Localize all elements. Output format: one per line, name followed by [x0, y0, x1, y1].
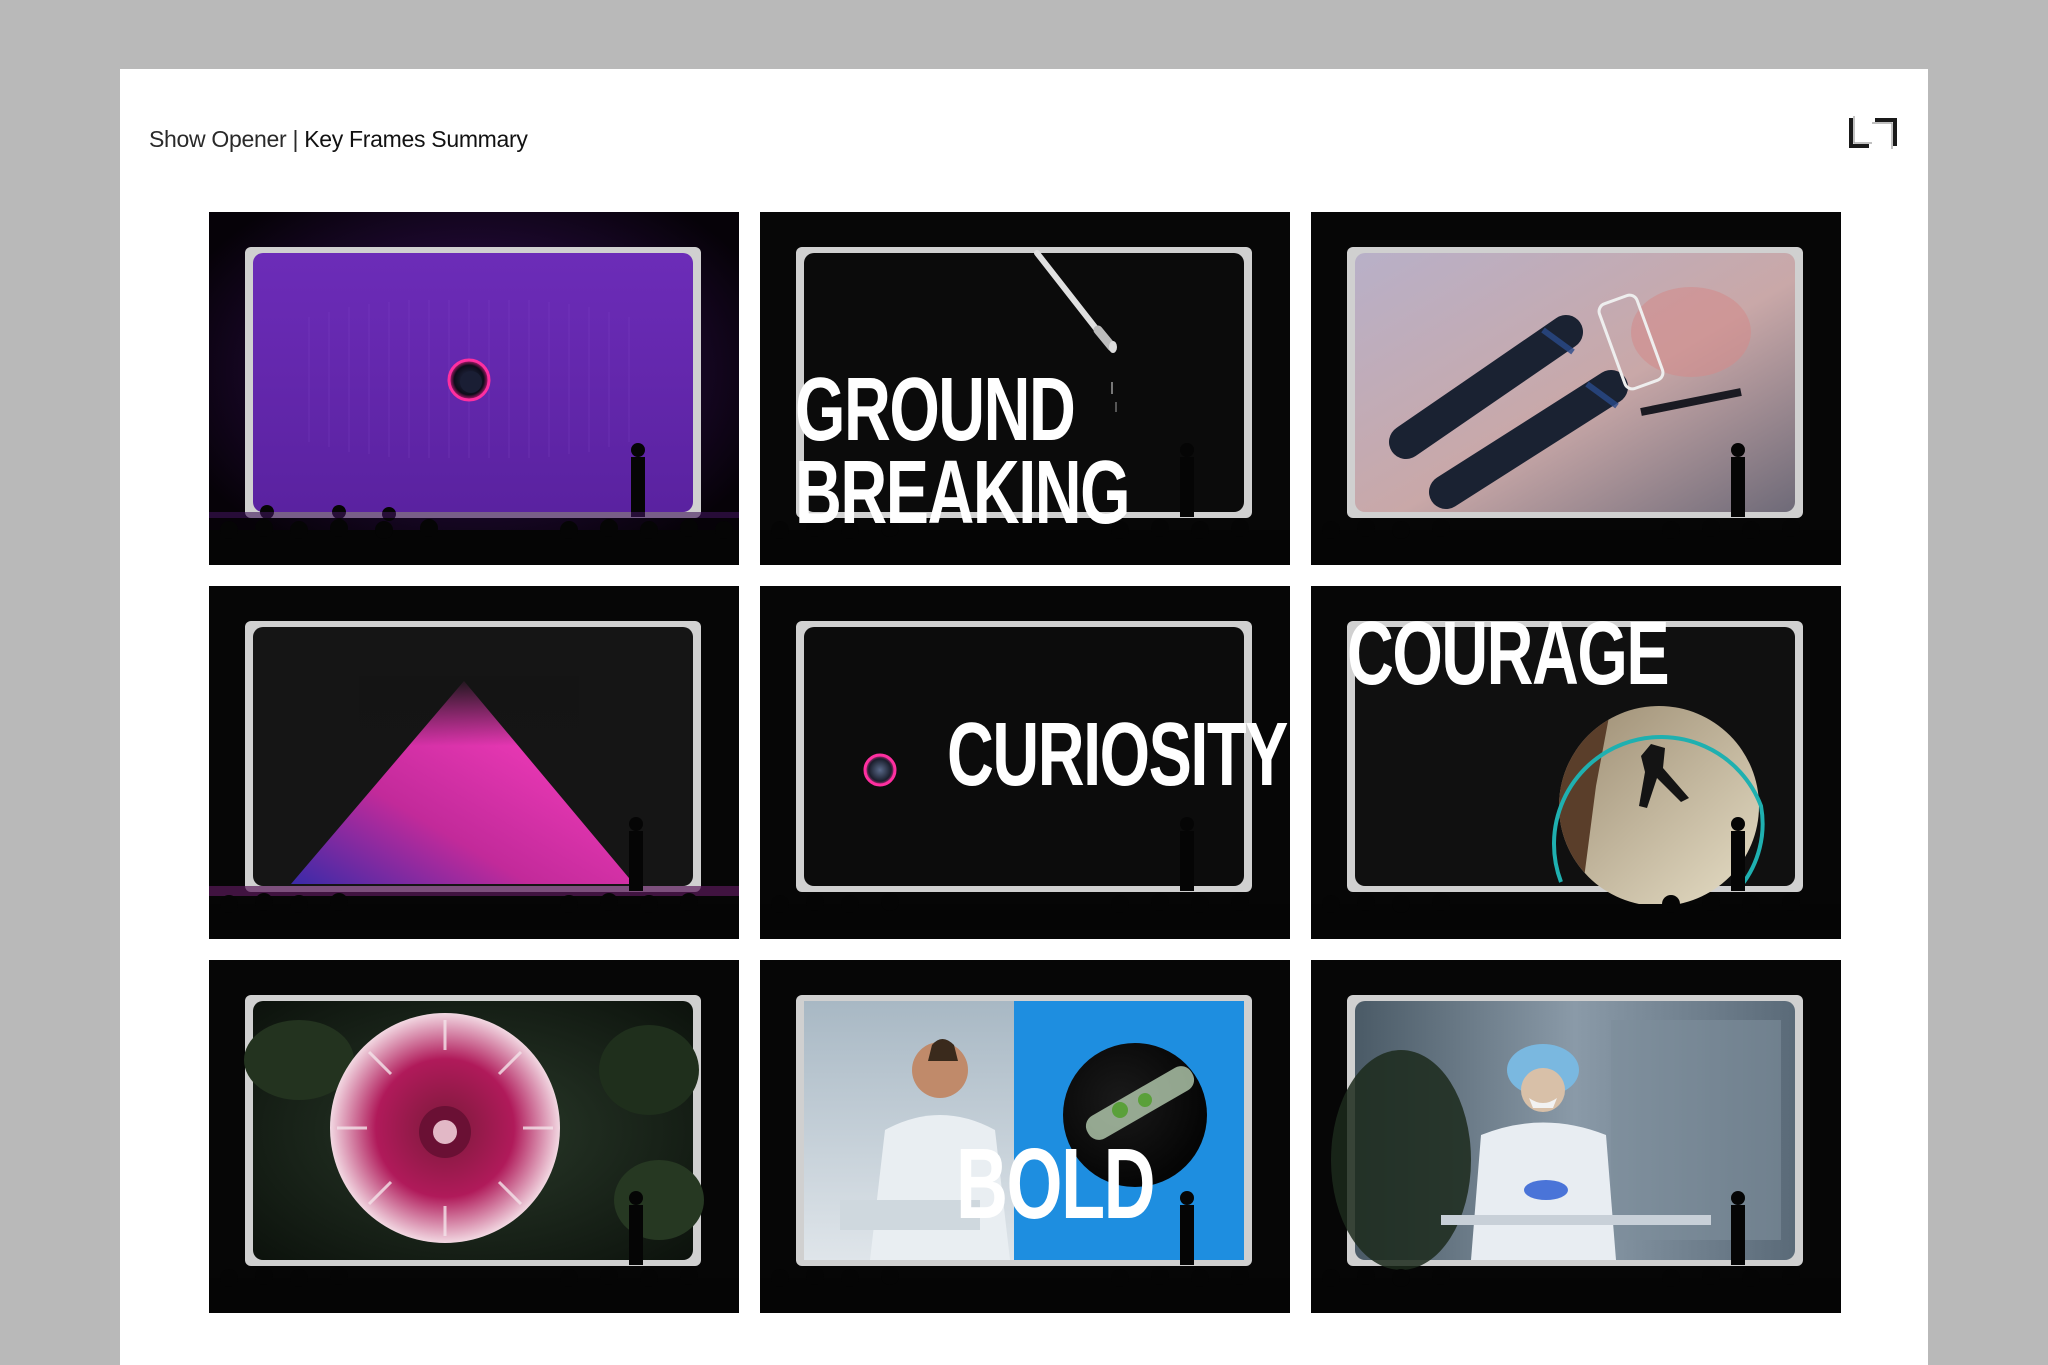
lab-worker-scene: [1311, 960, 1841, 1313]
bold-word: BOLD: [956, 1128, 1156, 1240]
frame-courage[interactable]: COURAGE: [1311, 586, 1841, 939]
frame-dahlia[interactable]: [209, 960, 739, 1313]
frame-curiosity[interactable]: CURIOSITY: [760, 586, 1290, 939]
ground-word: GROUND: [795, 360, 1076, 460]
frame-pink-pyramid[interactable]: [209, 586, 739, 939]
frame-purple-orb[interactable]: [209, 212, 739, 565]
ground-breaking-word: GROUND BREAKING: [795, 360, 1131, 543]
pink-pyramid-scene: [209, 586, 739, 939]
key-frames-grid: GROUND BREAKING CURIOSITY COURAGE BOLD: [209, 212, 1842, 1314]
title-prefix: Show Opener: [149, 126, 287, 152]
frame-ground-breaking[interactable]: GROUND BREAKING: [760, 212, 1290, 565]
frame-bold[interactable]: BOLD: [760, 960, 1290, 1313]
breaking-word: BREAKING: [795, 442, 1131, 543]
frame-lab-worker[interactable]: [1311, 960, 1841, 1313]
dahlia-scene: [209, 960, 739, 1313]
title-separator: |: [292, 126, 299, 152]
microscope-scene: [1311, 212, 1841, 565]
courage-word: COURAGE: [1347, 604, 1670, 704]
frame-microscope[interactable]: [1311, 212, 1841, 565]
page-title: Show Opener | Key Frames Summary: [149, 126, 528, 153]
title-main: Key Frames Summary: [304, 126, 528, 152]
purple-orb-scene: [209, 212, 739, 565]
l7-logo-icon: [1849, 116, 1897, 149]
summary-sheet: Show Opener | Key Frames Summary GROUND …: [120, 69, 1928, 1365]
curiosity-word: CURIOSITY: [947, 705, 1288, 805]
